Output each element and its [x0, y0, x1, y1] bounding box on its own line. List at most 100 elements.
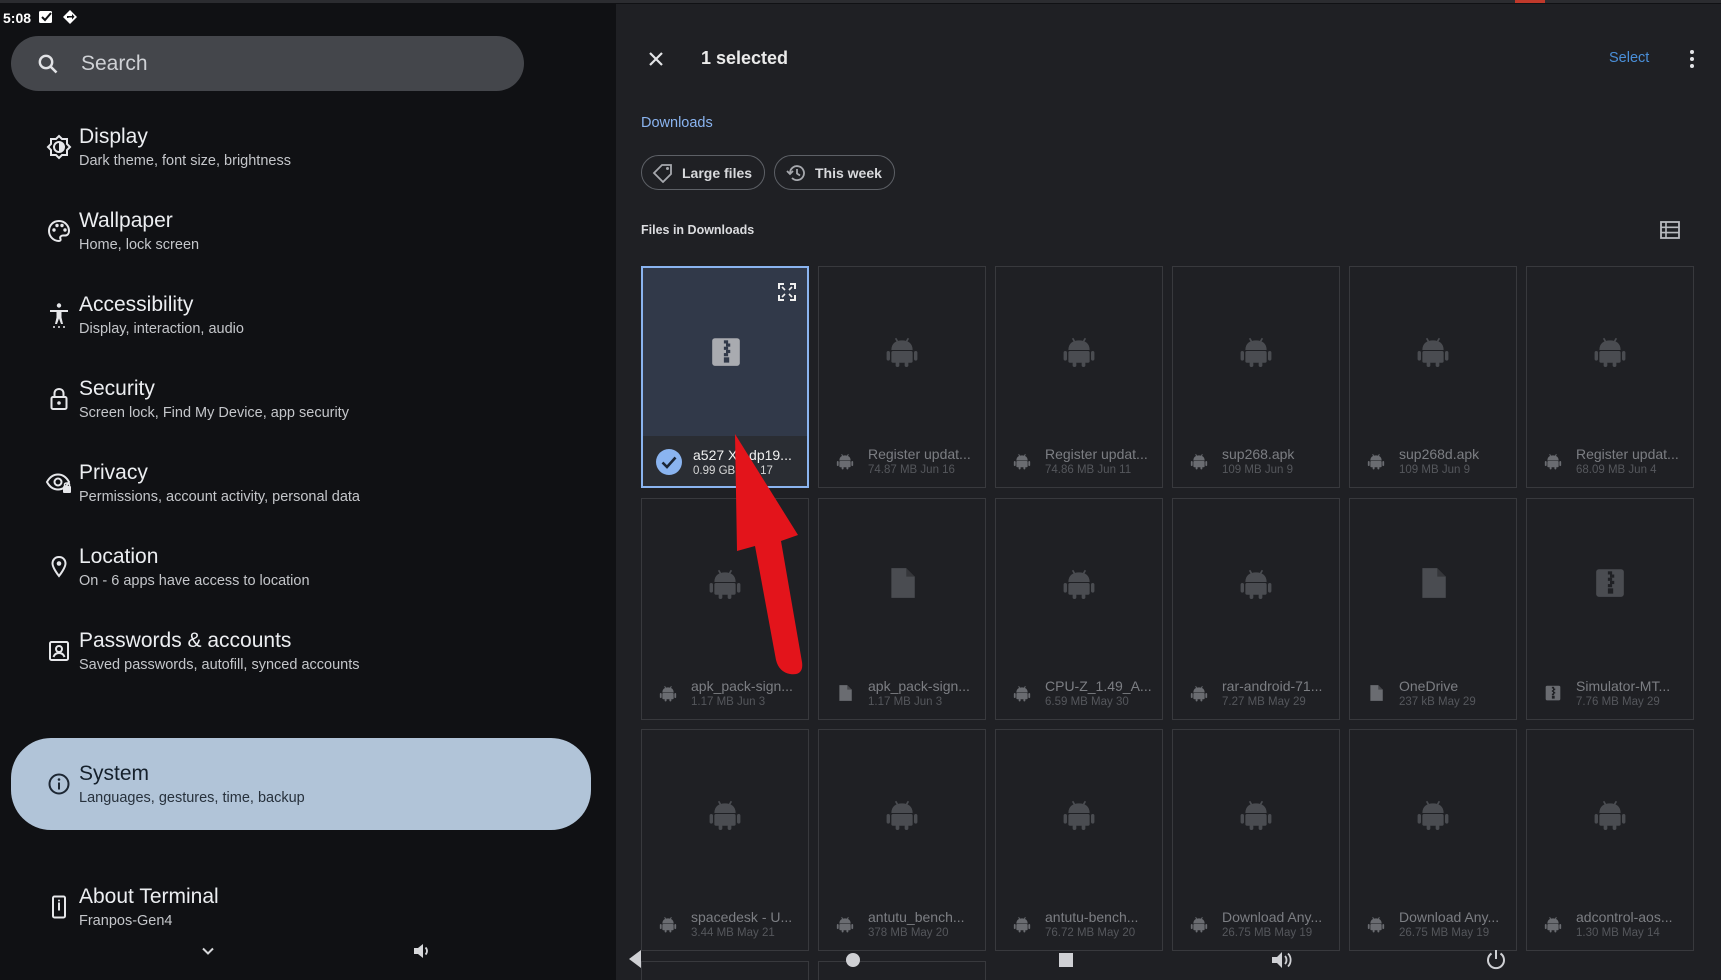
file-text: rar-android-71... 7.27 MB May 29	[1222, 678, 1334, 708]
file-card[interactable]: Register updat... 74.86 MB Jun 11	[995, 266, 1163, 488]
android-icon	[1063, 337, 1095, 367]
file-card[interactable]: apk_pack-sign... 1.17 MB Jun 3	[641, 498, 809, 720]
file-card[interactable]: OneDrive 237 kB May 29	[1349, 498, 1517, 720]
settings-item-title: Wallpaper	[79, 208, 173, 232]
settings-item-location[interactable]: Location On - 6 apps have access to locat…	[11, 526, 591, 608]
settings-search-bar[interactable]	[11, 36, 524, 91]
file-thumbnail	[1350, 499, 1516, 667]
file-card[interactable]: CPU-Z_1.49_A... 6.59 MB May 30	[995, 498, 1163, 720]
document-icon	[839, 685, 852, 701]
file-card[interactable]: Download Any... 26.75 MB May 19	[1349, 729, 1517, 951]
home-icon[interactable]	[845, 952, 861, 968]
file-meta: sup268.apk 109 MB Jun 9	[1173, 435, 1339, 487]
file-text: Register updat... 74.87 MB Jun 16	[868, 446, 980, 476]
settings-search-input[interactable]	[81, 51, 461, 76]
file-thumbnail	[819, 730, 985, 898]
settings-item-accessibility[interactable]: Accessibility Display, interaction, audio	[11, 274, 591, 356]
file-meta: OneDrive 237 kB May 29	[1350, 667, 1516, 719]
settings-item-system[interactable]: System Languages, gestures, time, backup	[11, 738, 591, 830]
settings-item-title: Location	[79, 544, 159, 568]
settings-item-passwords-accounts[interactable]: Passwords & accounts Saved passwords, aut…	[11, 610, 591, 692]
settings-item-privacy[interactable]: Privacy Permissions, account activity, pe…	[11, 442, 591, 524]
file-details: 109 MB Jun 9	[1222, 464, 1293, 476]
file-name: rar-android-71...	[1222, 678, 1323, 694]
file-name: Download Any...	[1222, 909, 1323, 925]
file-details: 68.09 MB Jun 4	[1576, 464, 1657, 476]
file-card[interactable]: sup268d.apk 109 MB Jun 9	[1349, 266, 1517, 488]
volume-icon[interactable]	[1270, 950, 1294, 970]
location-pin-icon	[51, 555, 67, 578]
expand-icon[interactable]	[777, 282, 797, 302]
file-card[interactable]: Simulator-MT... 7.76 MB May 29	[1526, 498, 1694, 720]
navigation-bar	[616, 940, 1721, 980]
chip-large-files[interactable]: Large files	[641, 155, 766, 190]
settings-item-security[interactable]: Security Screen lock, Find My Device, app…	[11, 358, 591, 440]
brightness-icon	[46, 134, 72, 160]
list-view-icon[interactable]	[1659, 220, 1681, 240]
file-thumbnail	[996, 267, 1162, 435]
more-options-icon[interactable]	[1682, 46, 1702, 72]
android-icon	[709, 800, 741, 830]
file-meta: apk_pack-sign... 1.17 MB Jun 3	[642, 667, 808, 719]
file-thumbnail	[1527, 730, 1693, 898]
file-text: apk_pack-sign... 1.17 MB Jun 3	[868, 678, 980, 708]
back-icon[interactable]	[626, 948, 644, 970]
file-name: Simulator-MT...	[1576, 678, 1671, 694]
file-thumbnail	[819, 499, 985, 667]
file-card[interactable]: antutu_bench... 378 MB May 20	[818, 729, 986, 951]
power-icon[interactable]	[1485, 948, 1507, 970]
volume-icon[interactable]	[412, 942, 432, 960]
settings-item-subtitle: Dark theme, font size, brightness	[79, 152, 291, 169]
file-card[interactable]: spacedesk - U... 3.44 MB May 21	[641, 729, 809, 951]
settings-item-subtitle: On - 6 apps have access to location	[79, 572, 310, 589]
file-card[interactable]: Register updat... 74.87 MB Jun 16	[818, 266, 986, 488]
android-icon	[1013, 686, 1031, 702]
file-thumbnail	[1527, 267, 1693, 435]
settings-item-subtitle: Screen lock, Find My Device, app securit…	[79, 404, 349, 421]
check-circle-icon[interactable]	[655, 448, 683, 476]
file-text: OneDrive 237 kB May 29	[1399, 678, 1511, 708]
file-card[interactable]: Register updat... 68.09 MB Jun 4	[1526, 266, 1694, 488]
file-text: a527 X...dp19... 0.99 GB Jun 17	[693, 447, 805, 477]
android-icon	[1013, 917, 1031, 933]
file-card[interactable]: apk_pack-sign... 1.17 MB Jun 3	[818, 498, 986, 720]
file-details: 74.86 MB Jun 11	[1045, 464, 1132, 476]
settings-item-subtitle: Permissions, account activity, personal …	[79, 488, 361, 505]
file-card[interactable]: Download Any... 26.75 MB May 19	[1172, 729, 1340, 951]
file-card[interactable]: adcontrol-aos... 1.30 MB May 14	[1526, 729, 1694, 951]
file-card[interactable]: sup268.apk 109 MB Jun 9	[1172, 266, 1340, 488]
file-text: antutu_bench... 378 MB May 20	[868, 909, 980, 939]
file-name: a527 X...dp19...	[693, 447, 792, 463]
android-icon	[836, 454, 854, 470]
lock-icon	[50, 387, 68, 410]
settings-item-title: Security	[79, 376, 155, 400]
files-panel: 1 selected Select Downloads Large files …	[616, 4, 1721, 980]
chip-this-week[interactable]: This week	[774, 155, 895, 190]
file-details: 6.59 MB May 30	[1045, 696, 1129, 708]
file-text: spacedesk - U... 3.44 MB May 21	[691, 909, 803, 939]
account-box-icon	[49, 641, 69, 661]
file-card[interactable]: rar-android-71... 7.27 MB May 29	[1172, 498, 1340, 720]
settings-item-wallpaper[interactable]: Wallpaper Home, lock screen	[11, 190, 591, 272]
palette-icon	[47, 219, 71, 243]
file-card[interactable]: a527 X...dp19... 0.99 GB Jun 17	[641, 266, 809, 488]
breadcrumb[interactable]: Downloads	[641, 115, 713, 131]
chevron-down-icon[interactable]	[199, 942, 217, 960]
recents-icon[interactable]	[1058, 952, 1074, 968]
select-button[interactable]: Select	[1609, 50, 1649, 66]
file-meta: sup268d.apk 109 MB Jun 9	[1350, 435, 1516, 487]
file-details: 7.76 MB May 29	[1576, 696, 1660, 708]
close-icon[interactable]	[643, 46, 669, 72]
file-meta: Register updat... 74.86 MB Jun 11	[996, 435, 1162, 487]
file-meta: Simulator-MT... 7.76 MB May 29	[1527, 667, 1693, 719]
settings-item-display[interactable]: Display Dark theme, font size, brightness	[11, 106, 591, 188]
file-thumbnail	[1173, 730, 1339, 898]
file-card[interactable]: antutu-bench... 76.72 MB May 20	[995, 729, 1163, 951]
android-icon	[1013, 454, 1031, 470]
android-icon	[1190, 686, 1208, 702]
file-meta: a527 X...dp19... 0.99 GB Jun 17	[643, 436, 807, 486]
settings-item-title: Privacy	[79, 460, 148, 484]
android-icon	[659, 917, 677, 933]
status-time: 5:08	[3, 10, 32, 26]
file-text: Download Any... 26.75 MB May 19	[1222, 909, 1334, 939]
